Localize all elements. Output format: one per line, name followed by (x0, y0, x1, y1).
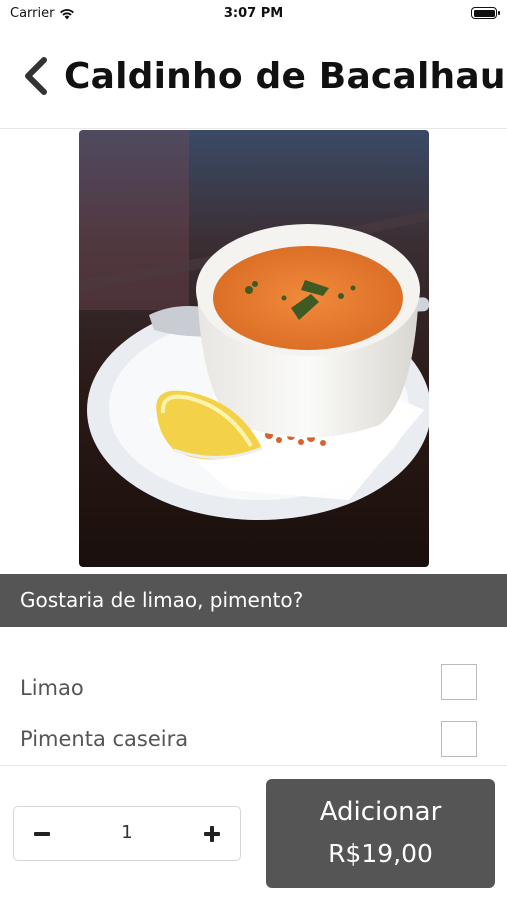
option-row-limao[interactable]: Limao (0, 664, 507, 714)
order-bar: 1 Adicionar R$19,00 (0, 765, 507, 901)
product-image (79, 130, 429, 567)
chevron-left-icon (25, 57, 47, 95)
increase-quantity-button[interactable] (184, 807, 240, 860)
section-title: Gostaria de limao, pimento? (20, 588, 304, 612)
option-label: Pimenta caseira (20, 727, 189, 751)
minus-icon (34, 832, 50, 836)
battery-icon (471, 7, 500, 19)
checkbox-limao[interactable] (441, 664, 477, 700)
decrease-quantity-button[interactable] (14, 807, 70, 860)
quantity-stepper: 1 (13, 806, 241, 861)
options-section-header: Gostaria de limao, pimento? (0, 574, 507, 627)
page-title: Caldinho de Bacalhau (64, 56, 506, 97)
add-to-cart-button[interactable]: Adicionar R$19,00 (266, 779, 495, 888)
soup-photo (79, 130, 429, 567)
quantity-value: 1 (121, 822, 133, 843)
status-bar: Carrier 3:07 PM (0, 0, 507, 28)
option-row-pimenta[interactable]: Pimenta caseira (0, 721, 507, 757)
back-button[interactable] (20, 56, 52, 96)
status-time: 3:07 PM (223, 6, 284, 21)
add-button-price: R$19,00 (328, 839, 433, 868)
plus-icon (204, 826, 220, 842)
add-button-label: Adicionar (319, 797, 442, 827)
navigation-bar: Caldinho de Bacalhau (0, 42, 507, 129)
checkbox-pimenta[interactable] (441, 721, 477, 757)
option-label: Limao (20, 676, 84, 700)
